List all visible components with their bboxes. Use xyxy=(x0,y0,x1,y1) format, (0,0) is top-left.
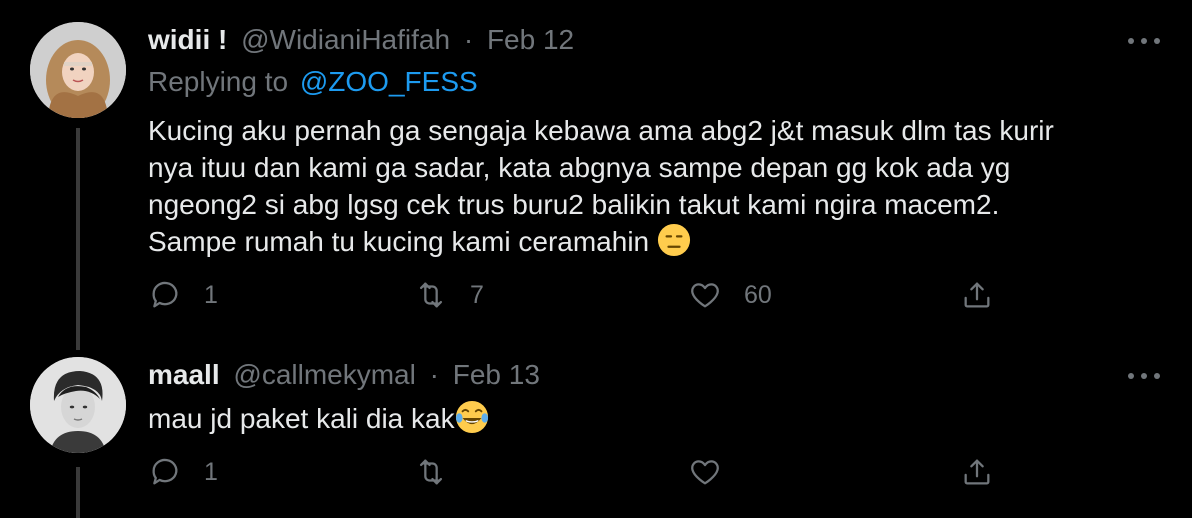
separator-dot: · xyxy=(429,359,439,390)
retweet-button[interactable] xyxy=(414,455,448,489)
tweet-actions: 1 xyxy=(148,455,1008,495)
more-options-button[interactable] xyxy=(1128,35,1160,47)
tweet-header: widii ! @WidianiHafifah · Feb 12 xyxy=(148,24,574,56)
heart-icon xyxy=(691,283,719,308)
like-button[interactable]: 60 xyxy=(688,278,772,312)
user-handle[interactable]: @WidianiHafifah xyxy=(241,24,450,55)
retweet-count: 7 xyxy=(470,280,484,309)
tweet-text-content: Kucing aku pernah ga sengaja kebawa ama … xyxy=(148,115,1054,257)
like-count: 60 xyxy=(744,280,772,309)
reply-count: 1 xyxy=(204,280,218,309)
mention-link[interactable]: @ZOO_FESS xyxy=(300,66,478,97)
like-button[interactable] xyxy=(688,455,722,489)
separator-dot: · xyxy=(463,24,474,55)
tweet-text-content: mau jd paket kali dia kak xyxy=(148,403,455,434)
reply-icon xyxy=(152,458,178,485)
tweet-header: maall @callmekymal · Feb 13 xyxy=(148,359,540,391)
share-icon xyxy=(964,282,990,308)
tweet-date[interactable]: Feb 13 xyxy=(453,359,540,390)
avatar[interactable] xyxy=(30,22,126,118)
reply-count: 1 xyxy=(204,457,218,486)
user-handle[interactable]: @callmekymal xyxy=(233,359,415,390)
thread-line xyxy=(76,128,80,345)
retweet-button[interactable]: 7 xyxy=(414,278,484,312)
retweet-icon xyxy=(419,282,443,308)
face-with-tears-of-joy-icon xyxy=(455,400,488,434)
expressionless-face-icon xyxy=(657,223,690,257)
tweet-text: mau jd paket kali dia kak xyxy=(148,400,1148,437)
reply-button[interactable]: 1 xyxy=(148,455,218,489)
heart-icon xyxy=(691,460,719,485)
share-button[interactable] xyxy=(960,278,994,312)
replying-label: Replying to xyxy=(148,66,289,97)
reply-button[interactable]: 1 xyxy=(148,278,218,312)
tweet-1[interactable]: widii ! @WidianiHafifah · Feb 12 Replyin… xyxy=(0,0,1192,345)
display-name[interactable]: maall xyxy=(148,359,220,390)
share-icon xyxy=(964,459,990,485)
more-icon xyxy=(1128,373,1134,379)
tweet-date[interactable]: Feb 12 xyxy=(487,24,574,55)
more-options-button[interactable] xyxy=(1128,370,1160,382)
more-icon xyxy=(1128,38,1134,44)
tweet-text: Kucing aku pernah ga sengaja kebawa ama … xyxy=(148,112,1148,260)
thread-line-bottom xyxy=(76,467,80,518)
display-name[interactable]: widii ! xyxy=(148,24,227,55)
thread-line-top xyxy=(76,340,80,350)
share-button[interactable] xyxy=(960,455,994,489)
tweet-2[interactable]: maall @callmekymal · Feb 13 mau jd paket… xyxy=(0,340,1192,518)
avatar[interactable] xyxy=(30,357,126,453)
reply-icon xyxy=(152,281,178,308)
tweet-actions: 1 7 60 xyxy=(148,278,1008,318)
replying-to: Replying to @ZOO_FESS xyxy=(148,66,478,98)
retweet-icon xyxy=(419,459,443,485)
